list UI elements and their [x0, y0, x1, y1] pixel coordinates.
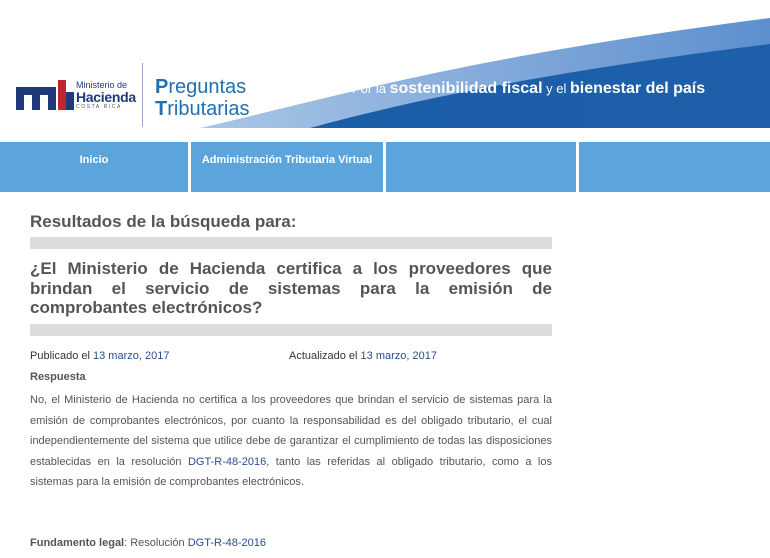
brand-initial-t: T [155, 98, 168, 120]
ministerio-logo[interactable]: Ministerio de Hacienda COSTA RICA [16, 78, 136, 112]
nav-item-administracion-tributaria-virtual[interactable]: Administración Tributaria Virtual [191, 142, 383, 192]
question-title: ¿El Ministerio de Hacienda certifica a l… [30, 259, 552, 317]
logo-text: Ministerio de Hacienda COSTA RICA [76, 80, 136, 110]
slogan-part3: y el [542, 81, 570, 96]
updated-label: Actualizado el [289, 350, 361, 362]
updated-date: 13 marzo, 2017 [360, 350, 437, 362]
nav-item-inicio[interactable]: Inicio [0, 142, 188, 192]
logo-line3: COSTA RICA [76, 103, 122, 110]
brand-line-1: Preguntas [155, 77, 249, 97]
answer-text: No, el Ministerio de Hacienda no certifi… [30, 390, 552, 493]
updated-meta: Actualizado el 13 marzo, 2017 [289, 350, 437, 362]
logo-divider [142, 63, 143, 127]
brand-initial-p: P [155, 76, 169, 98]
site-header: Ministerio de Hacienda COSTA RICA Pregun… [0, 0, 770, 128]
brand-word-1: reguntas [168, 76, 247, 98]
header-slogan: Por la sostenibilidad fiscal y el bienes… [352, 80, 705, 98]
main-nav: Inicio Administración Tributaria Virtual [0, 142, 770, 192]
legal-sep: : Resolución [124, 537, 188, 549]
nav-item-empty-3[interactable] [386, 142, 576, 192]
legal-label: Fundamento legal [30, 537, 125, 549]
legal-basis: Fundamento legal: Resolución DGT-R-48-20… [30, 537, 266, 549]
divider-bar-bottom [30, 324, 552, 336]
answer-label: Respuesta [30, 371, 86, 383]
divider-bar-top [30, 237, 552, 249]
published-date: 13 marzo, 2017 [93, 350, 170, 362]
nav-item-empty-4[interactable] [579, 142, 770, 192]
preguntas-tributarias-brand[interactable]: Preguntas Tributarias [155, 77, 249, 119]
published-meta: Publicado el 13 marzo, 2017 [30, 350, 169, 362]
logo-line2: Hacienda [76, 88, 136, 105]
slogan-part2: sostenibilidad fiscal [389, 80, 543, 97]
answer-resolution-link[interactable]: DGT-R-48-2016 [188, 456, 266, 468]
results-heading: Resultados de la búsqueda para: [30, 212, 297, 231]
legal-resolution-link[interactable]: DGT-R-48-2016 [188, 537, 266, 549]
published-label: Publicado el [30, 350, 93, 362]
brand-line-2: Tributarias [155, 99, 249, 119]
slogan-part1: Por la [352, 81, 390, 96]
slogan-part4: bienestar del país [569, 80, 706, 97]
brand-word-2: ributarias [167, 98, 250, 120]
mh-logo-icon [16, 80, 74, 110]
